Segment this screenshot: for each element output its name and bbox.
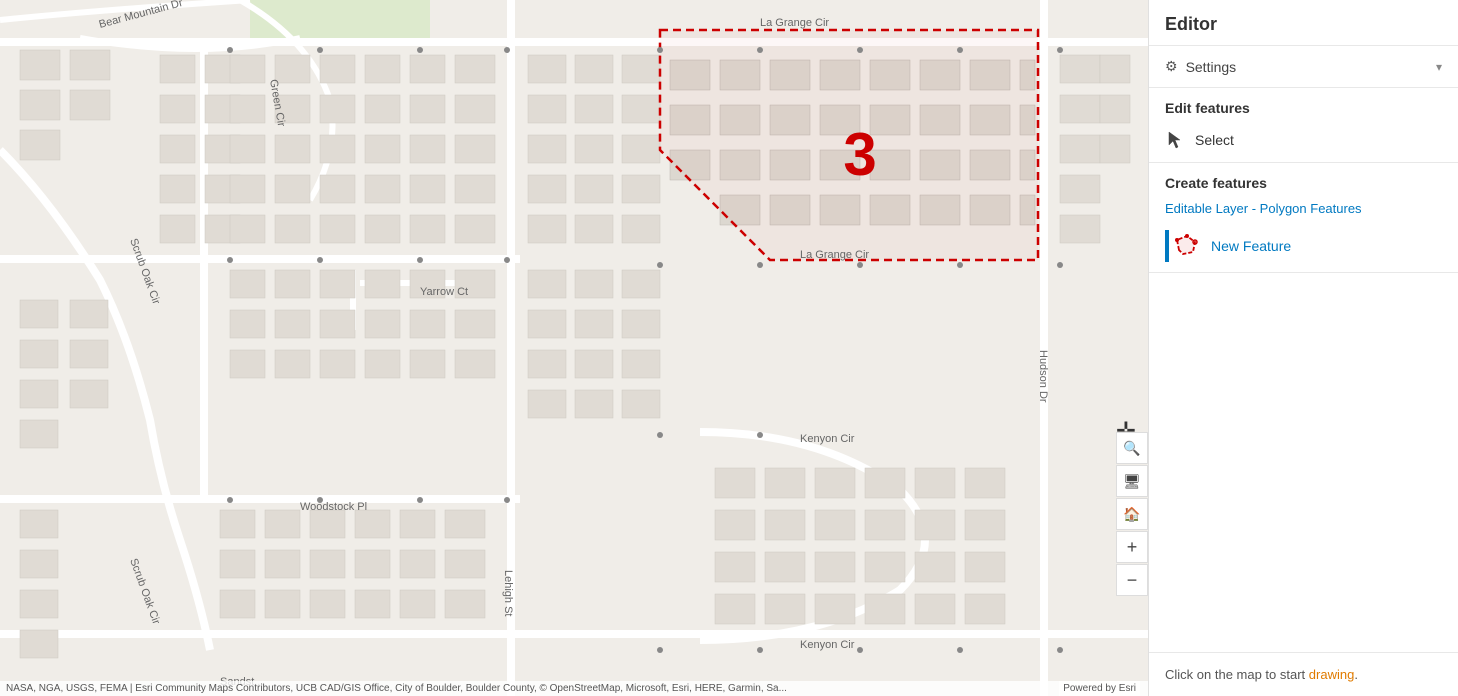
blue-bar xyxy=(1165,230,1169,262)
plus-icon: + xyxy=(1127,537,1138,558)
svg-text:Yarrow Ct: Yarrow Ct xyxy=(420,286,468,298)
map-attribution: NASA, NGA, USGS, FEMA | Esri Community M… xyxy=(0,681,1148,696)
select-label: Select xyxy=(1195,132,1234,148)
search-button[interactable]: 🔍 xyxy=(1116,432,1148,464)
sidebar-title: Editor xyxy=(1149,0,1458,46)
map-controls: 🔍 🖥 🏠 + − xyxy=(1116,432,1148,596)
settings-label: Settings xyxy=(1186,59,1237,75)
create-features-label: Create features xyxy=(1149,163,1458,197)
zoom-out-button[interactable]: − xyxy=(1116,564,1148,596)
edit-features-label: Edit features xyxy=(1149,88,1458,122)
edit-features-section: Edit features Select xyxy=(1149,88,1458,163)
svg-text:La Grange Cir: La Grange Cir xyxy=(760,17,829,29)
search-icon: 🔍 xyxy=(1123,440,1140,457)
svg-text:Hudson Dr: Hudson Dr xyxy=(1037,350,1049,403)
settings-section: ⚙ Settings ▾ xyxy=(1149,46,1458,88)
create-features-section: Create features Editable Layer - Polygon… xyxy=(1149,163,1458,273)
cursor-icon xyxy=(1165,130,1185,150)
powered-by: Powered by Esri xyxy=(1059,681,1140,696)
sidebar-footer: Click on the map to start drawing. xyxy=(1149,652,1458,696)
zoom-in-button[interactable]: + xyxy=(1116,531,1148,563)
polygon-icon-wrapper xyxy=(1165,230,1201,262)
map-container[interactable]: 3 La Grange Cir La Grange Cir Bear Mount… xyxy=(0,0,1148,696)
new-feature-button[interactable]: New Feature xyxy=(1149,224,1458,272)
svg-text:Lehigh St: Lehigh St xyxy=(502,570,514,616)
chevron-down-icon: ▾ xyxy=(1436,60,1442,74)
home-icon: 🏠 xyxy=(1123,506,1140,523)
svg-text:Kenyon Cir: Kenyon Cir xyxy=(800,433,855,445)
svg-text:3: 3 xyxy=(843,121,876,188)
screen-icon: 🖥 xyxy=(1123,473,1141,490)
footer-text-start: Click on the map to start xyxy=(1165,667,1309,682)
home-button[interactable]: 🏠 xyxy=(1116,498,1148,530)
editor-sidebar: Editor ⚙ Settings ▾ Edit features Select xyxy=(1148,0,1458,696)
select-tool[interactable]: Select xyxy=(1149,122,1458,162)
svg-text:La Grange Cir: La Grange Cir xyxy=(800,249,869,261)
fullscreen-button[interactable]: 🖥 xyxy=(1116,465,1148,497)
svg-text:Woodstock Pl: Woodstock Pl xyxy=(300,501,367,513)
layer-name: Editable Layer - Polygon Features xyxy=(1149,197,1458,224)
settings-toggle[interactable]: ⚙ Settings ▾ xyxy=(1149,46,1458,87)
minus-icon: − xyxy=(1127,570,1138,591)
footer-text-end: . xyxy=(1354,667,1358,682)
svg-text:Kenyon Cir: Kenyon Cir xyxy=(800,639,855,651)
footer-text-keyword: drawing xyxy=(1309,667,1355,682)
gear-icon: ⚙ xyxy=(1165,58,1178,75)
new-feature-label: New Feature xyxy=(1211,238,1291,254)
